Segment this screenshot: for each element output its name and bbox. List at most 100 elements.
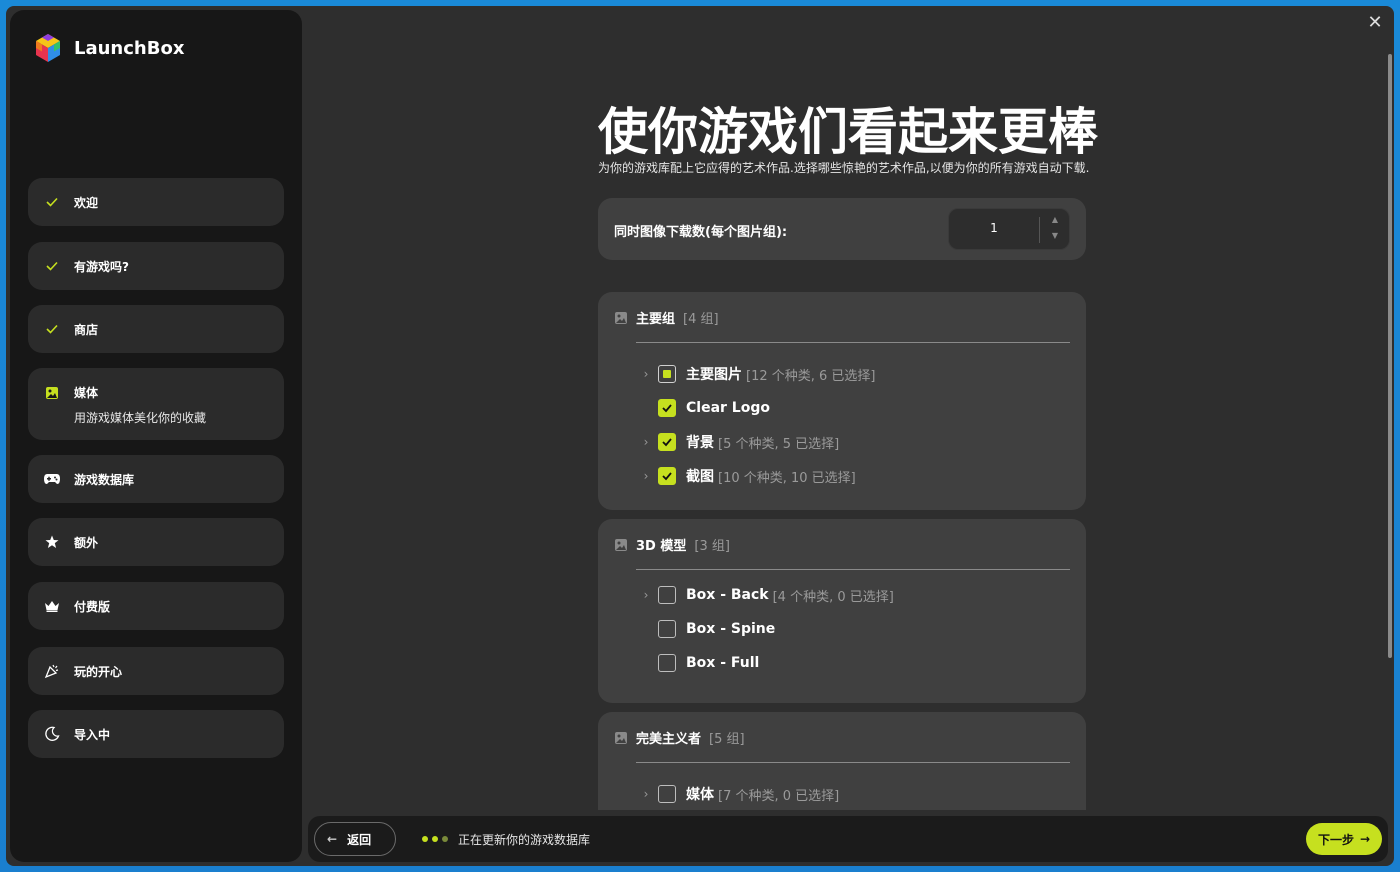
sidebar-item-games-database[interactable]: 游戏数据库 [28,455,284,503]
sidebar-item-label: 游戏数据库 [74,472,135,487]
option-name: Box - Back [686,587,769,603]
sidebar-item-media[interactable]: 媒体 用游戏媒体美化你的收藏 [28,368,284,440]
sidebar-item-have-games[interactable]: 有游戏吗? [28,242,284,290]
option-name: 背景 [686,435,714,451]
chevron-right-icon[interactable]: › [636,588,656,602]
option-row: › 媒体 [7 个种类, 0 已选择] [636,784,839,804]
chevron-right-icon[interactable]: › [636,367,656,381]
checkbox[interactable] [658,586,676,604]
check-icon [44,258,60,274]
chevron-down-icon[interactable]: ▼ [1047,231,1063,243]
option-row: › 主要图片 [12 个种类, 6 已选择] [636,364,876,384]
media-group-3d-models: 3D 模型 [3 组] › Box - Back [4 个种类, 0 已选择] … [598,519,1086,703]
sidebar-item-label: 导入中 [74,727,111,742]
back-button-label: 返回 [347,832,372,847]
option-meta: [4 个种类, 0 已选择] [772,589,894,605]
group-count: [4 组] [683,312,719,327]
image-icon [615,311,627,324]
checkbox[interactable] [658,365,676,383]
scrollbar[interactable] [1388,54,1392,658]
checkbox[interactable] [658,654,676,672]
option-row: › 截图 [10 个种类, 10 已选择] [636,466,856,486]
concurrent-downloads-panel: 同时图像下载数(每个图片组): 1 ▲ ▼ [598,198,1086,260]
sidebar-item-label: 有游戏吗? [74,259,129,274]
moon-icon [44,726,60,742]
option-name: Clear Logo [686,400,770,416]
sidebar-item-have-fun[interactable]: 玩的开心 [28,647,284,695]
chevron-right-icon[interactable]: › [636,469,656,483]
close-icon[interactable]: ✕ [1366,14,1384,32]
sidebar-item-label: 商店 [74,322,99,337]
sidebar-item-importing[interactable]: 导入中 [28,710,284,758]
arrow-right-icon: → [1359,832,1371,846]
concurrent-downloads-label: 同时图像下载数(每个图片组): [614,225,788,240]
chevron-right-icon[interactable]: › [636,435,656,449]
media-group-perfectionist: 完美主义者 [5 组] › 媒体 [7 个种类, 0 已选择] [598,712,1086,810]
image-icon [615,538,627,551]
page-title: 使你游戏们看起来更棒 [598,103,1098,161]
gamepad-icon [44,471,60,487]
checkbox[interactable] [658,467,676,485]
stepper-value[interactable]: 1 [949,221,1039,235]
brand: LaunchBox [32,32,184,64]
concurrent-downloads-stepper[interactable]: 1 ▲ ▼ [948,208,1070,250]
star-icon [44,534,60,550]
option-meta: [7 个种类, 0 已选择] [718,788,840,804]
group-count: [3 组] [694,539,730,554]
checkbox[interactable] [658,785,676,803]
sidebar-item-extras[interactable]: 额外 [28,518,284,566]
sidebar-item-welcome[interactable]: 欢迎 [28,178,284,226]
check-icon [44,321,60,337]
option-name: Box - Full [686,655,760,671]
chevron-up-icon[interactable]: ▲ [1047,215,1063,227]
option-name: 媒体 [686,787,714,803]
checkbox[interactable] [658,433,676,451]
option-name: Box - Spine [686,621,776,637]
arrow-left-icon: ← [327,832,338,846]
option-row: › Box - Back [4 个种类, 0 已选择] [636,585,894,605]
option-row: › Box - Full [636,653,763,673]
launchbox-logo-icon [36,34,60,62]
back-button[interactable]: ← 返回 [314,822,396,856]
sidebar-item-premium[interactable]: 付费版 [28,582,284,630]
checkbox[interactable] [658,620,676,638]
sidebar: LaunchBox 欢迎 有游戏吗? 商店 媒体 用游戏媒体美化你的收藏 游戏数… [10,10,302,862]
group-count: [5 组] [709,732,745,747]
loading-dots-icon [422,836,452,842]
option-name: 截图 [686,469,714,485]
sidebar-item-store[interactable]: 商店 [28,305,284,353]
divider [636,342,1070,343]
app-name: LaunchBox [74,37,185,59]
divider [636,569,1070,570]
option-row: › Box - Spine [636,619,779,639]
option-name: 主要图片 [686,367,742,383]
image-icon [44,385,60,401]
launchbox-window: LaunchBox 欢迎 有游戏吗? 商店 媒体 用游戏媒体美化你的收藏 游戏数… [6,6,1394,866]
option-meta: [12 个种类, 6 已选择] [746,368,876,384]
crown-icon [44,598,60,614]
option-row: › Clear Logo [636,398,774,418]
sidebar-item-label: 额外 [74,535,99,550]
checkbox[interactable] [658,399,676,417]
next-button[interactable]: 下一步 → [1306,823,1382,855]
chevron-right-icon[interactable]: › [636,787,656,801]
check-icon [44,194,60,210]
status-text: 正在更新你的游戏数据库 [458,833,591,847]
divider [636,762,1070,763]
page-subtitle: 为你的游戏库配上它应得的艺术作品.选择哪些惊艳的艺术作品,以便为你的所有游戏自动… [598,161,1090,175]
sidebar-item-label: 媒体 [74,386,99,400]
option-meta: [5 个种类, 5 已选择] [718,436,840,452]
sidebar-item-label: 欢迎 [74,195,99,210]
group-title: 3D 模型 [636,539,687,554]
sidebar-item-label: 付费版 [74,599,111,614]
footer-bar: ← 返回 正在更新你的游戏数据库 下一步 → [308,816,1388,862]
image-icon [615,731,627,744]
media-group-main: 主要组 [4 组] › 主要图片 [12 个种类, 6 已选择] › Clear… [598,292,1086,510]
sidebar-item-label: 玩的开心 [74,664,123,679]
sidebar-item-subtitle: 用游戏媒体美化你的收藏 [74,411,207,425]
stepper-divider [1039,217,1040,243]
option-row: › 背景 [5 个种类, 5 已选择] [636,432,839,452]
next-button-label: 下一步 [1317,832,1354,847]
party-popper-icon [44,663,60,679]
group-title: 完美主义者 [636,732,702,747]
